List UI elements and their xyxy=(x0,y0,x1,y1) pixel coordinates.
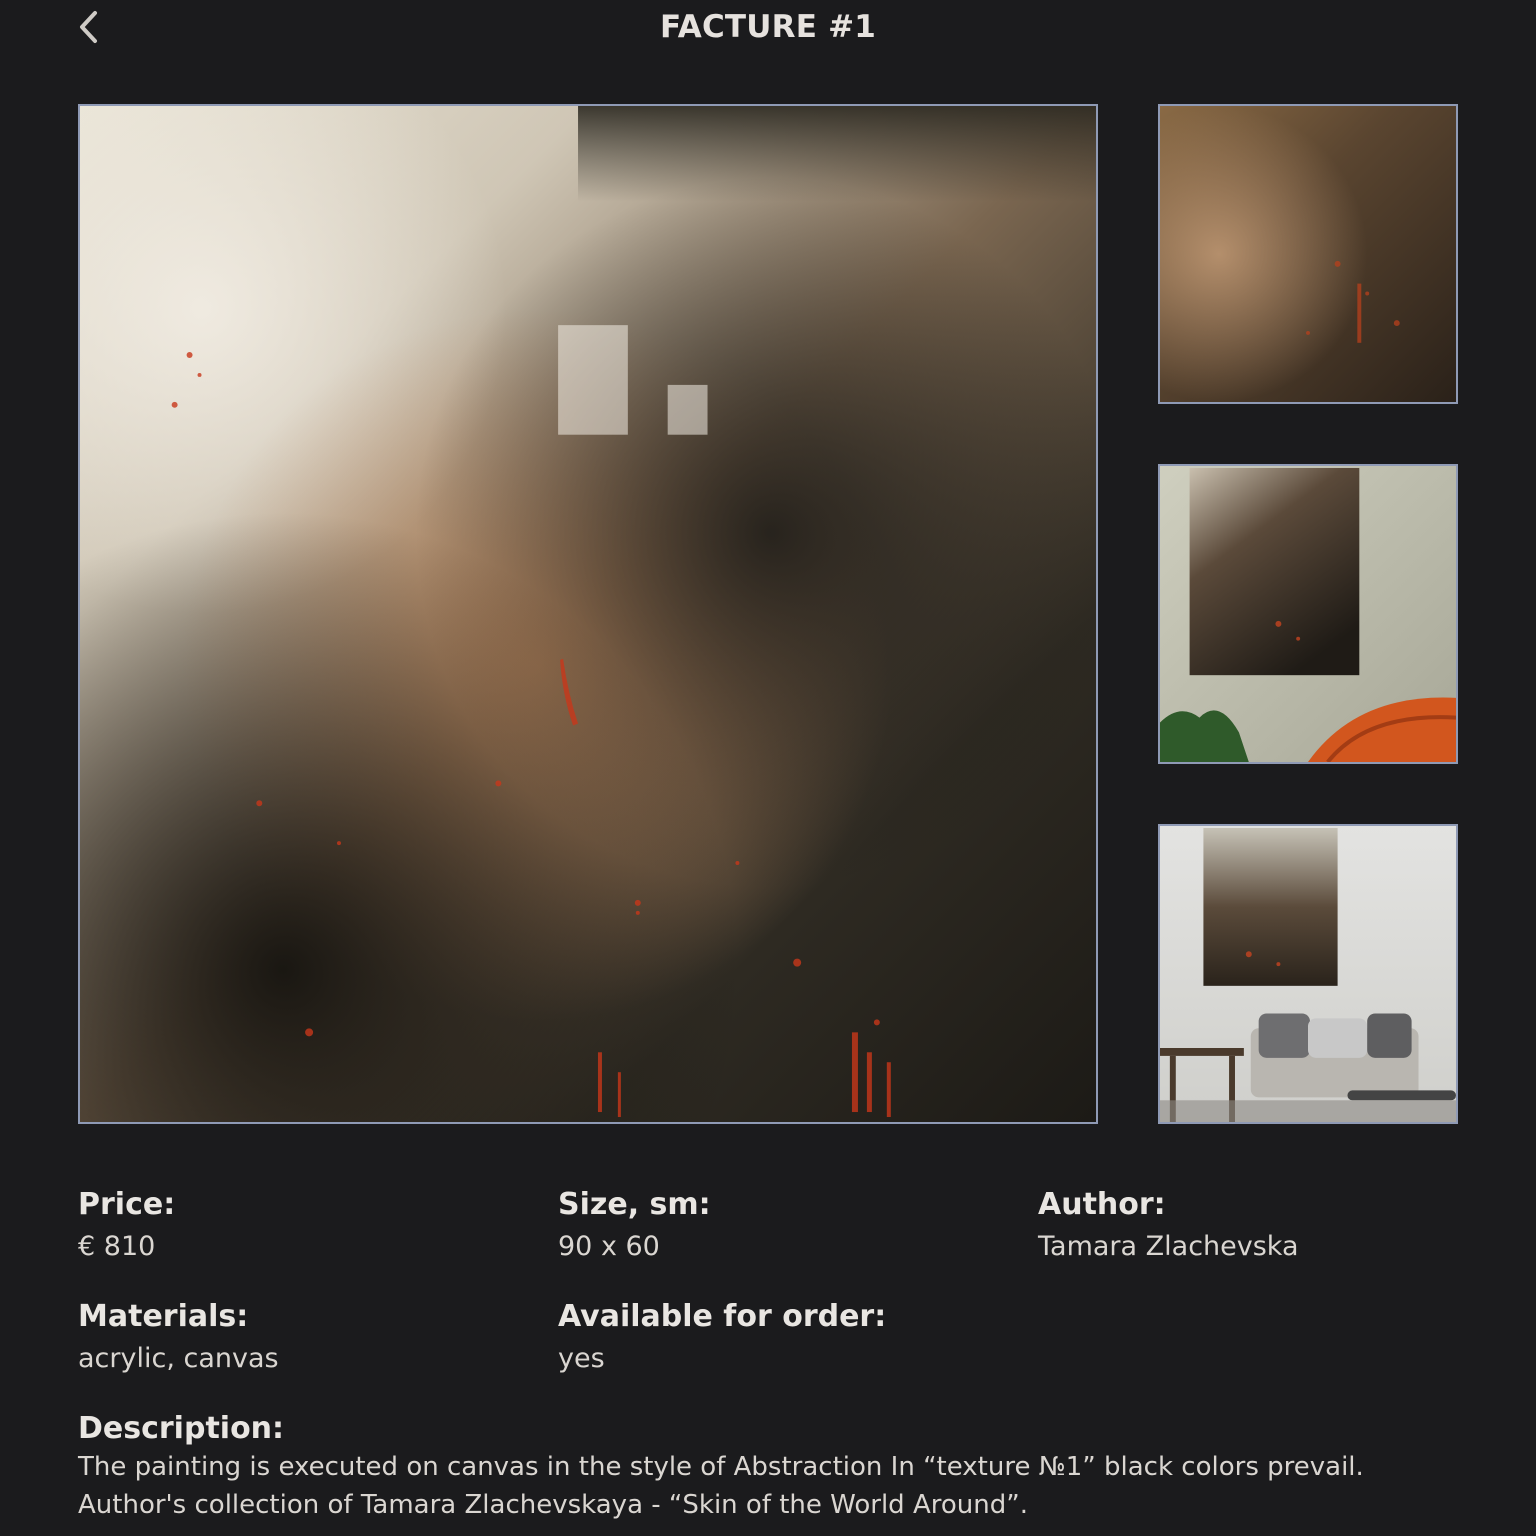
availability-value: yes xyxy=(558,1343,605,1374)
painting-detail-image xyxy=(1160,106,1456,402)
painting-in-room-image xyxy=(1160,826,1456,1122)
thumbnail-3[interactable] xyxy=(1158,824,1458,1124)
description-text: The painting is executed on canvas in th… xyxy=(78,1452,1364,1520)
thumbnail-1[interactable] xyxy=(1158,104,1458,404)
thumbnail-2[interactable] xyxy=(1158,464,1458,764)
description-section: Description: The painting is executed on… xyxy=(78,1410,1458,1524)
page-title: FACTURE #1 xyxy=(659,9,877,45)
painting-on-wall-image xyxy=(1160,466,1456,762)
size-value: 90 x 60 xyxy=(558,1231,660,1262)
size-label: Size, sm: xyxy=(558,1187,711,1222)
description-label: Description: xyxy=(78,1411,285,1446)
main-artwork-image[interactable] xyxy=(78,104,1098,1124)
availability-field: Available for order: yes xyxy=(558,1298,1018,1378)
author-label: Author: xyxy=(1038,1187,1166,1222)
availability-label: Available for order: xyxy=(558,1299,887,1334)
price-value: € 810 xyxy=(78,1231,156,1262)
painting-image xyxy=(80,106,1096,1122)
price-label: Price: xyxy=(78,1187,176,1222)
artwork-page: FACTURE #1 Price: € 810 Size, sm: 90 x 6… xyxy=(0,0,1536,1536)
size-field: Size, sm: 90 x 60 xyxy=(558,1186,1018,1266)
materials-value: acrylic, canvas xyxy=(78,1343,279,1374)
materials-label: Materials: xyxy=(78,1299,249,1334)
price-field: Price: € 810 xyxy=(78,1186,538,1266)
author-value: Tamara Zlachevska xyxy=(1038,1231,1299,1262)
materials-field: Materials: acrylic, canvas xyxy=(78,1298,538,1378)
author-field: Author: Tamara Zlachevska xyxy=(1038,1186,1498,1266)
